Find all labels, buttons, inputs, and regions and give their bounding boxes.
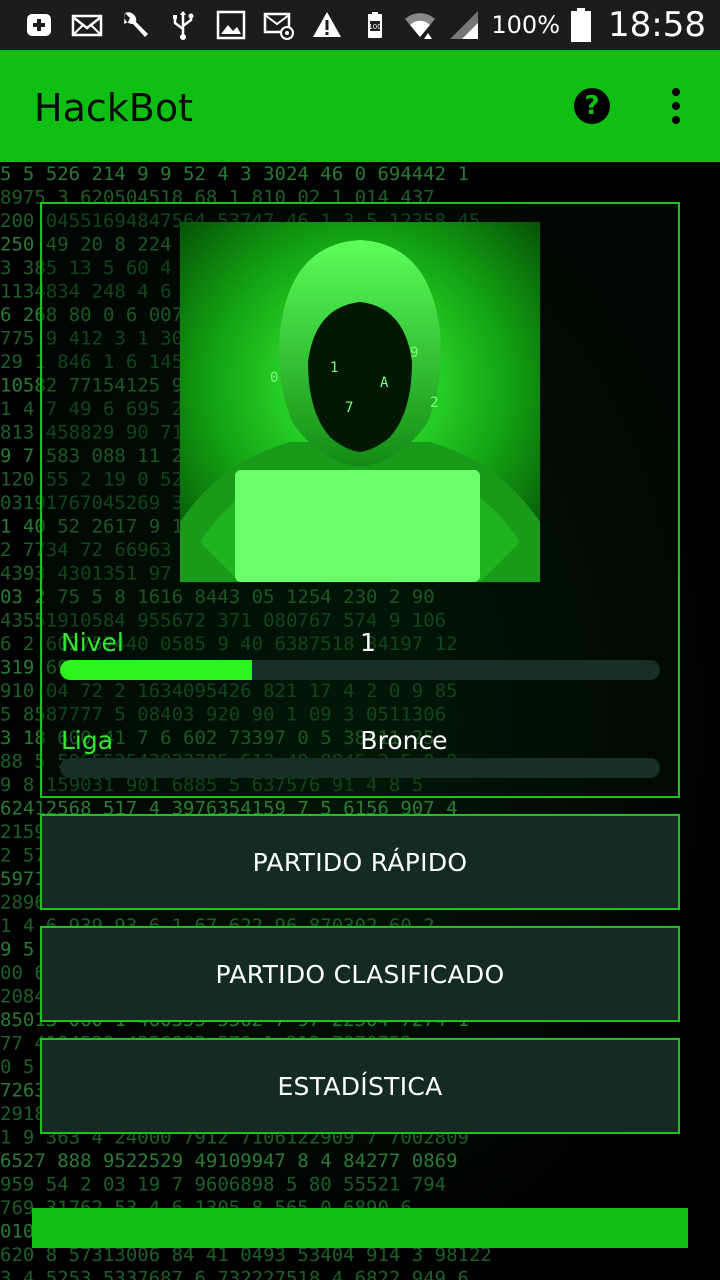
- level-progress-bar: [60, 660, 660, 680]
- svg-text:A: A: [380, 375, 389, 391]
- league-value: Bronce: [360, 726, 448, 755]
- app-bar: HackBot ?: [0, 50, 720, 162]
- level-value: 1: [360, 628, 376, 657]
- matrix-digits: 6527 888 9522529 49109947 8 4 84277 0869: [0, 1150, 458, 1172]
- battery-percent: 100%: [491, 11, 561, 39]
- wrench-icon: [118, 8, 152, 42]
- matrix-digits: 5 5 526 214 9 9 52 4 3 3024 46 0 694442 …: [0, 163, 469, 185]
- ranked-match-button[interactable]: PARTIDO CLASIFICADO: [40, 926, 680, 1022]
- add-box-icon: [22, 8, 56, 42]
- svg-text:1: 1: [330, 360, 338, 376]
- signal-icon: [447, 8, 481, 42]
- usb-icon: [166, 8, 200, 42]
- league-label: Liga: [61, 726, 114, 755]
- quick-match-button[interactable]: PARTIDO RÁPIDO: [40, 814, 680, 910]
- statistics-button[interactable]: ESTADÍSTICA: [40, 1038, 680, 1134]
- wifi-icon: [403, 8, 437, 42]
- image-icon: [214, 8, 248, 42]
- email-at-icon: [262, 8, 296, 42]
- svg-text:0: 0: [270, 370, 278, 386]
- matrix-digits: 959 54 2 03 19 7 9606898 5 80 55521 794: [0, 1174, 446, 1196]
- battery-saver-icon: 100: [358, 8, 392, 42]
- league-progress-bar: [60, 758, 660, 778]
- warning-icon: [310, 8, 344, 42]
- bottom-banner: [32, 1208, 688, 1248]
- profile-card: 1 A 7 0 2 9 Nivel 1 Liga Bronce: [40, 202, 680, 798]
- matrix-digits: 3 4 5253 5337687 6 732227518 4 6822 949 …: [0, 1268, 469, 1280]
- mail-icon: [70, 8, 104, 42]
- status-bar: 100 100% 18:58: [0, 0, 720, 50]
- hacker-avatar-image: 1 A 7 0 2 9: [180, 222, 540, 582]
- clock: 18:58: [608, 5, 706, 45]
- svg-text:2: 2: [430, 395, 438, 411]
- app-title: HackBot: [34, 86, 193, 130]
- level-label: Nivel: [61, 628, 124, 657]
- help-circle-icon[interactable]: ?: [574, 88, 610, 124]
- level-progress-fill: [60, 660, 252, 680]
- more-vert-icon[interactable]: [664, 86, 688, 126]
- svg-text:9: 9: [410, 345, 418, 361]
- battery-icon: [570, 8, 592, 42]
- svg-text:100: 100: [368, 23, 381, 31]
- svg-text:7: 7: [345, 400, 353, 416]
